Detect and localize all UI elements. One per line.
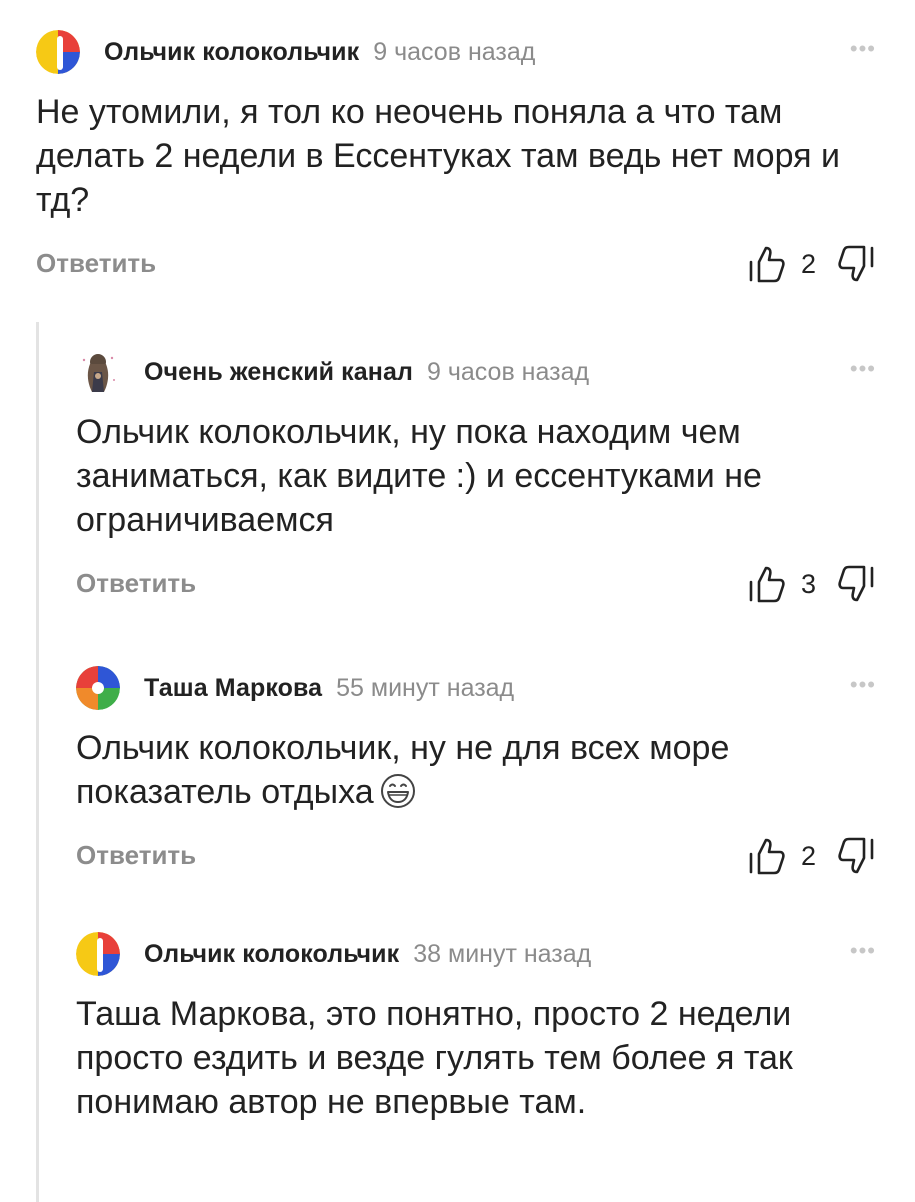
comment-text: Ольчик колокольчик, ну пока находим чем … — [76, 413, 762, 539]
comment-footer: Ответить 2 — [76, 836, 876, 876]
comment-footer: Ответить 3 — [76, 564, 876, 604]
comment-reply: Очень женский канал 9 часов назад ••• Ол… — [76, 350, 876, 604]
thumbs-down-icon[interactable] — [836, 564, 876, 604]
comment-author[interactable]: Ольчик колокольчик — [104, 38, 359, 67]
like-count: 3 — [800, 568, 816, 599]
votes: 3 — [747, 564, 876, 604]
reply-button[interactable]: Ответить — [76, 840, 196, 871]
comment-header: Ольчик колокольчик 38 минут назад ••• — [76, 932, 876, 976]
reply-thread-line — [36, 322, 39, 1202]
avatar[interactable] — [36, 30, 80, 74]
avatar[interactable] — [76, 932, 120, 976]
thumbs-up-icon[interactable] — [747, 244, 787, 284]
comment-time: 9 часов назад — [426, 357, 590, 386]
grinning-face-emoji-icon — [380, 774, 415, 808]
more-dots-icon[interactable]: ••• — [850, 358, 876, 380]
comment-time: 55 минут назад — [336, 673, 515, 702]
votes: 2 — [747, 836, 876, 876]
comment-header: Очень женский канал 9 часов назад ••• — [76, 350, 876, 394]
more-dots-icon[interactable]: ••• — [850, 674, 876, 696]
comment-footer: Ответить 2 — [36, 244, 876, 284]
avatar[interactable] — [76, 350, 120, 394]
comment-text: Таша Маркова, это понятно, просто 2 неде… — [76, 995, 793, 1121]
thumbs-down-icon[interactable] — [836, 244, 876, 284]
thumbs-up-icon[interactable] — [747, 564, 787, 604]
more-dots-icon[interactable]: ••• — [850, 38, 876, 60]
more-dots-icon[interactable]: ••• — [850, 940, 876, 962]
comment-author[interactable]: Очень женский канал — [144, 358, 413, 387]
comment-text: Ольчик колокольчик, ну не для всех море … — [76, 726, 876, 814]
reply-button[interactable]: Ответить — [36, 248, 156, 279]
thumbs-up-icon[interactable] — [747, 836, 787, 876]
comment-text: Не утомили, я тол ко неочень поняла а чт… — [36, 93, 840, 219]
reply-button[interactable]: Ответить — [76, 568, 196, 599]
comment-time: 9 часов назад — [373, 37, 536, 66]
comment-author[interactable]: Ольчик колокольчик — [144, 940, 399, 969]
comment: Ольчик колокольчик 9 часов назад ••• Не … — [36, 30, 876, 284]
avatar[interactable] — [76, 666, 120, 710]
comment-reply: Ольчик колокольчик 38 минут назад ••• Та… — [76, 932, 876, 1124]
votes: 2 — [747, 244, 876, 284]
thumbs-down-icon[interactable] — [836, 836, 876, 876]
comment-header: Таша Маркова 55 минут назад ••• — [76, 666, 876, 710]
like-count: 2 — [800, 840, 816, 871]
comment-reply: Таша Маркова 55 минут назад ••• Ольчик к… — [76, 666, 876, 876]
comment-author[interactable]: Таша Маркова — [144, 674, 322, 703]
comment-time: 38 минут назад — [413, 939, 592, 968]
like-count: 2 — [800, 248, 816, 279]
comment-header: Ольчик колокольчик 9 часов назад ••• — [36, 30, 876, 74]
